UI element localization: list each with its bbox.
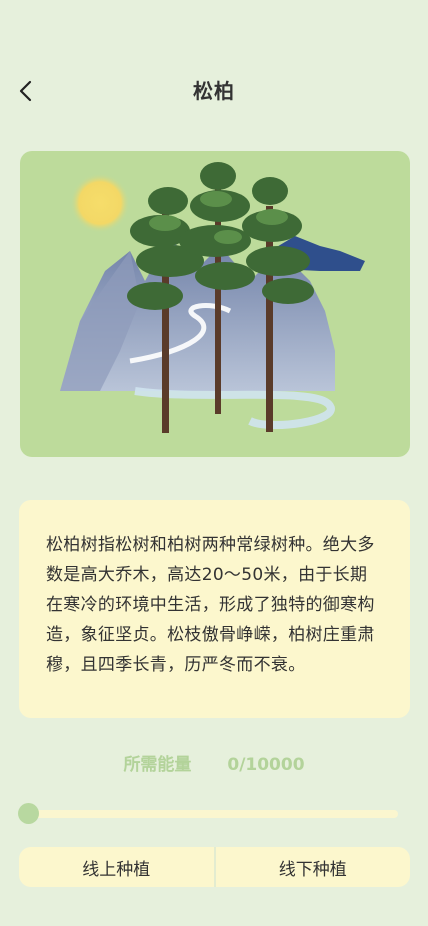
tree-illustration bbox=[20, 151, 410, 457]
energy-value: 0/10000 bbox=[227, 755, 305, 775]
online-planting-button[interactable]: 线上种植 bbox=[19, 847, 214, 887]
energy-label: 所需能量 bbox=[123, 755, 192, 775]
header: 松柏 bbox=[0, 60, 428, 120]
description-text: 松柏树指松树和柏树两种常绿树种。绝大多数是高大乔木，高达20～50米，由于长期在… bbox=[46, 535, 375, 675]
slider-track bbox=[28, 810, 398, 818]
planting-actions: 线上种植 线下种植 bbox=[19, 847, 410, 887]
slider-thumb[interactable] bbox=[18, 803, 39, 824]
description-card: 松柏树指松树和柏树两种常绿树种。绝大多数是高大乔木，高达20～50米，由于长期在… bbox=[19, 500, 410, 718]
offline-planting-button[interactable]: 线下种植 bbox=[216, 847, 411, 887]
page-title: 松柏 bbox=[193, 79, 235, 103]
energy-slider[interactable] bbox=[18, 803, 398, 825]
energy-info: 所需能量 0/10000 bbox=[0, 750, 428, 775]
